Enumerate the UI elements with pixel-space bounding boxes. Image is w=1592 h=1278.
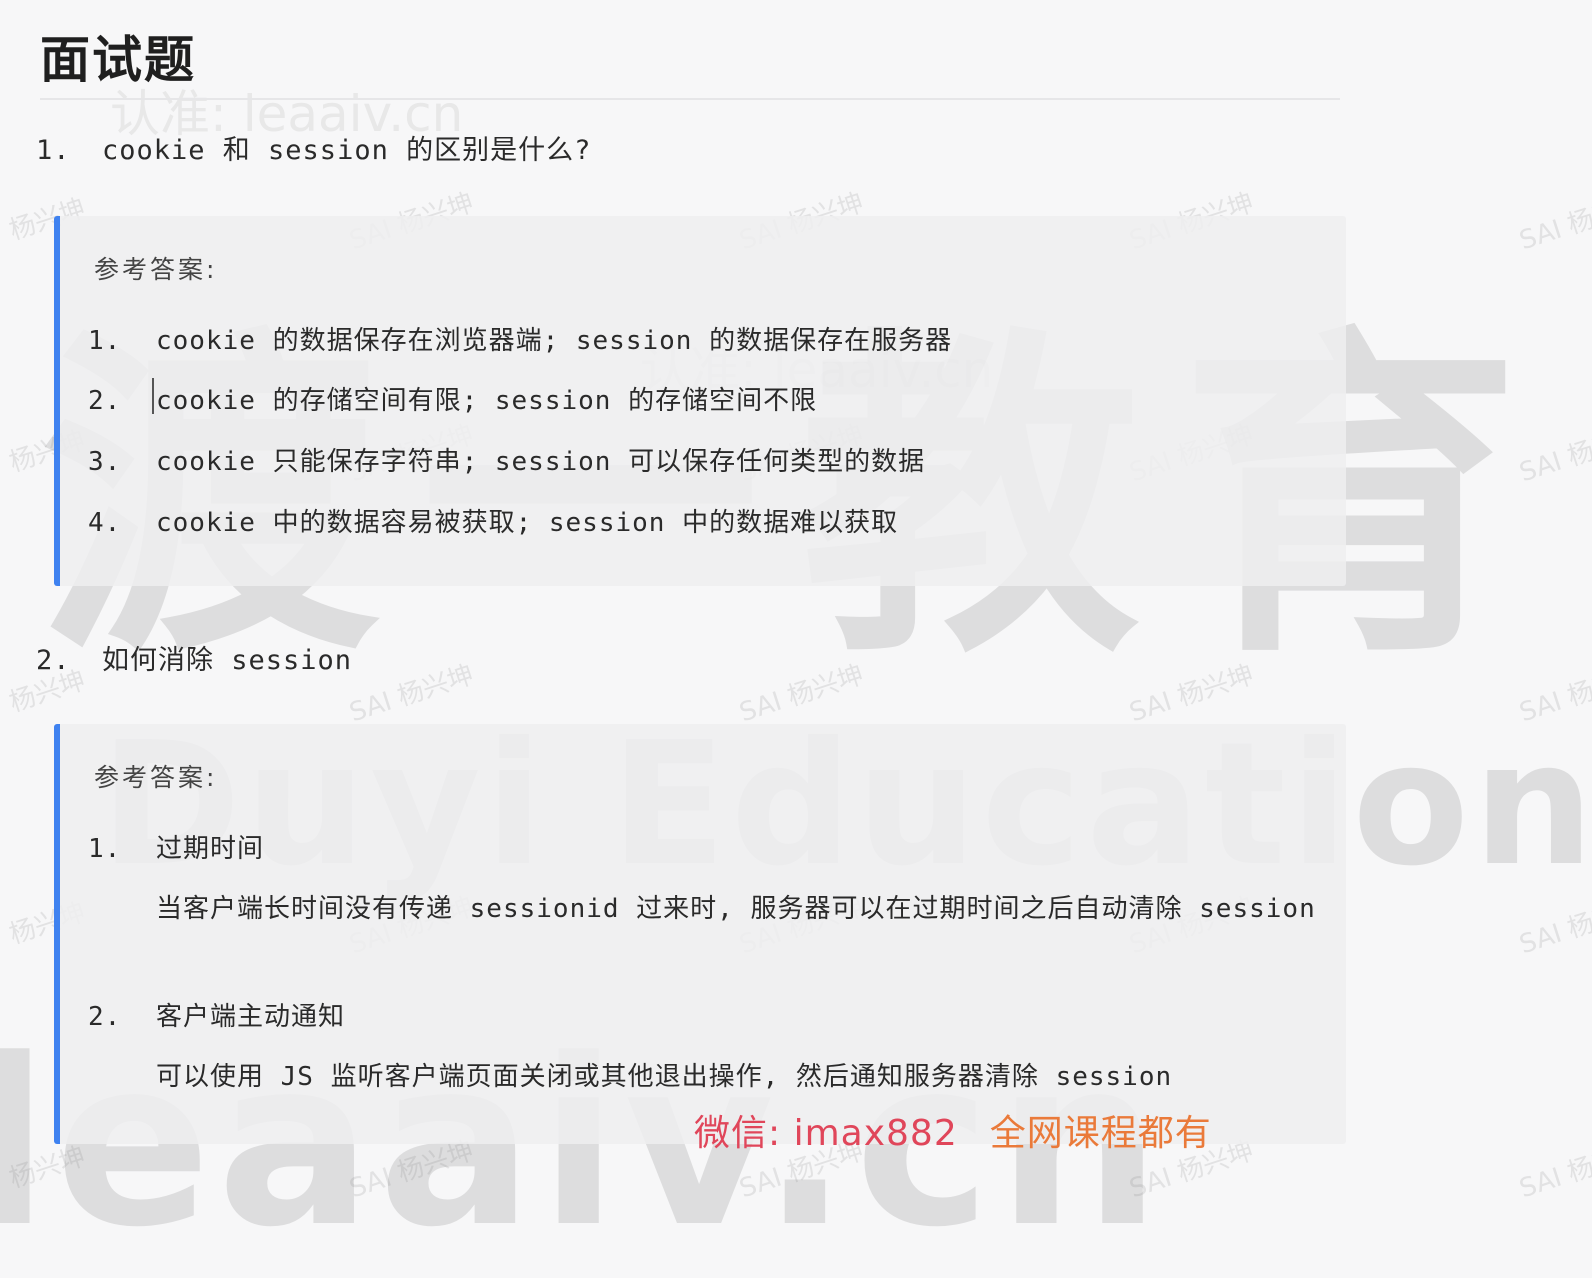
text-cursor	[152, 378, 154, 414]
page-title: 面试题	[40, 31, 196, 89]
answer-text: 客户端主动通知	[156, 1002, 346, 1032]
question-2: 2. 如何消除 session	[36, 638, 352, 677]
watermark-tile: SAI 杨兴坤	[1515, 659, 1592, 729]
answer-block-2: 参考答案: 1. 过期时间 当客户端长时间没有传递 sessionid 过来时, …	[54, 724, 1346, 1144]
answer-item: 2. 客户端主动通知	[88, 994, 1318, 1040]
watermark-tile: 杨兴坤	[5, 1141, 90, 1195]
answer-text: cookie 只能保存字符串; session 可以保存任何类型的数据	[156, 447, 926, 477]
watermark-tile: SAI 杨兴坤	[1515, 891, 1592, 961]
answer-number: 3.	[88, 447, 122, 477]
answer-text: 过期时间	[156, 834, 265, 864]
answer-item: 2. cookie 的存储空间有限; session 的存储空间不限	[88, 378, 1318, 424]
answer-item: 3. cookie 只能保存字符串; session 可以保存任何类型的数据	[88, 439, 1318, 485]
answer-text: cookie 中的数据容易被获取; session 中的数据难以获取	[156, 508, 899, 538]
answer-number: 1.	[88, 834, 122, 864]
answer-number: 4.	[88, 508, 122, 538]
watermark-tile: SAI 杨兴坤	[1515, 1135, 1592, 1205]
answer-item: 1. 过期时间	[88, 826, 1318, 872]
answer-label: 参考答案:	[94, 255, 218, 284]
answer-block-1: 参考答案: 1. cookie 的数据保存在浏览器端; session 的数据保存…	[54, 216, 1346, 586]
answer-text: cookie 的存储空间有限; session 的存储空间不限	[156, 386, 818, 416]
answer-number: 2.	[88, 386, 122, 416]
answer-detail: 当客户端长时间没有传递 sessionid 过来时, 服务器可以在过期时间之后自…	[156, 894, 1316, 924]
document-page: 渡一教育 Duyi Education leaaiv.cn 认准: leaaiv…	[0, 0, 1592, 1260]
answer-item: 4. cookie 中的数据容易被获取; session 中的数据难以获取	[88, 500, 1318, 546]
promo-slogan: 全网课程都有	[989, 1113, 1212, 1154]
watermark-tile: SAI 杨兴坤	[345, 659, 478, 729]
question-number: 1.	[36, 135, 71, 166]
watermark-tile: SAI 杨兴坤	[1515, 419, 1592, 489]
watermark-tile: SAI 杨兴坤	[1515, 187, 1592, 257]
title-divider	[40, 98, 1340, 100]
answer-number: 1.	[88, 326, 122, 356]
answer-detail: 可以使用 JS 监听客户端页面关闭或其他退出操作, 然后通知服务器清除 sess…	[156, 1062, 1173, 1092]
promo-wechat: 微信: imax882	[694, 1113, 958, 1154]
answer-label: 参考答案:	[94, 763, 218, 792]
answer-item: 1. cookie 的数据保存在浏览器端; session 的数据保存在服务器	[88, 318, 1318, 364]
promo-line: 微信: imax882 全网课程都有	[694, 1104, 1212, 1156]
watermark-tile: SAI 杨兴坤	[735, 659, 868, 729]
answer-text: cookie 的数据保存在浏览器端; session 的数据保存在服务器	[156, 326, 953, 356]
question-number: 2.	[36, 645, 71, 676]
question-text: cookie 和 session 的区别是什么?	[102, 135, 592, 166]
question-1: 1. cookie 和 session 的区别是什么?	[36, 128, 591, 167]
question-text: 如何消除 session	[102, 645, 353, 676]
answer-number: 2.	[88, 1002, 122, 1032]
watermark-tile: SAI 杨兴坤	[1125, 659, 1258, 729]
